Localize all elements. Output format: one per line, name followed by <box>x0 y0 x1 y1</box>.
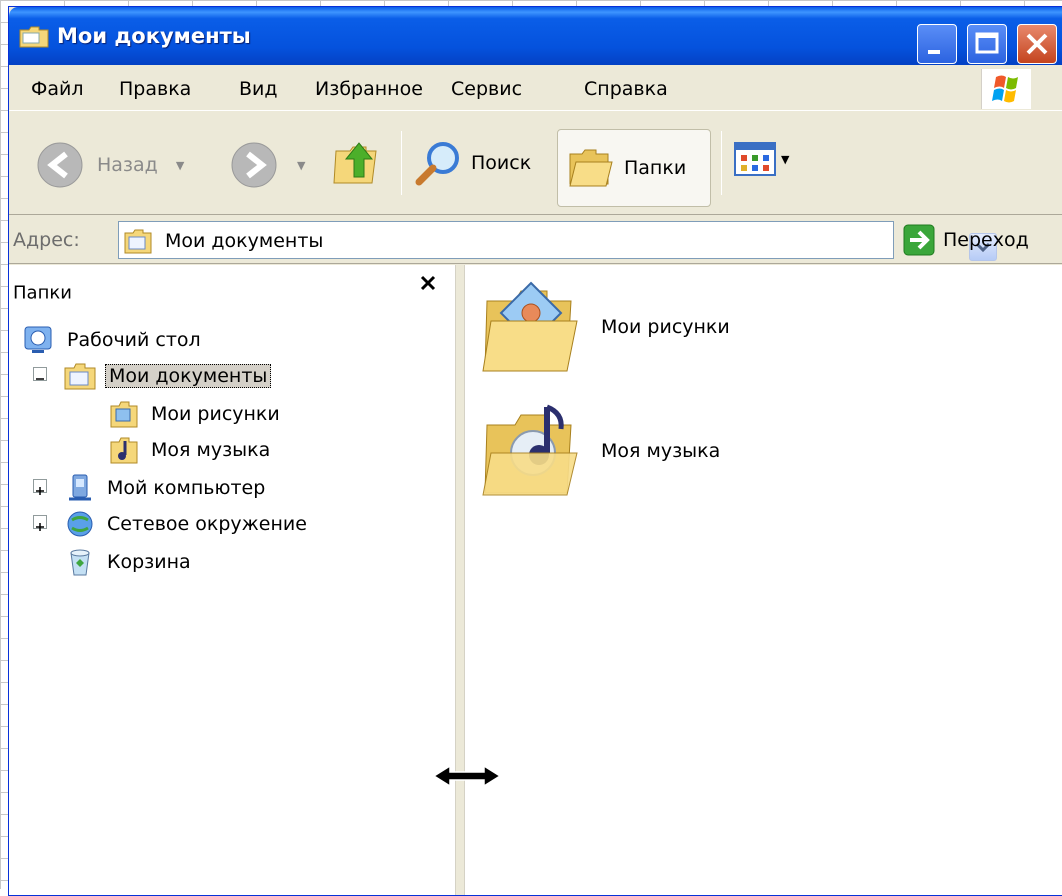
views-button[interactable]: ▼ <box>733 141 789 177</box>
tree-item-label: Моя музыка <box>151 439 271 461</box>
plus-icon <box>36 487 44 495</box>
tree-item-label: Мой компьютер <box>107 477 266 499</box>
menu-edit[interactable]: Правка <box>119 78 191 100</box>
views-icon <box>734 142 776 176</box>
menu-favorites[interactable]: Избранное <box>315 78 423 100</box>
search-button[interactable]: Поиск <box>413 131 531 195</box>
views-dropdown-icon[interactable]: ▼ <box>781 153 789 166</box>
folder-item-my-music[interactable]: Моя музыка <box>481 403 781 513</box>
forward-arrow-icon <box>231 142 277 188</box>
folder-item-my-pictures[interactable]: Мои рисунки <box>481 279 781 389</box>
menu-help[interactable]: Справка <box>584 78 668 100</box>
expand-toggle[interactable] <box>33 515 47 531</box>
close-button[interactable] <box>1017 24 1057 64</box>
toolbar-separator <box>401 131 402 195</box>
folders-pane-title: Папки <box>13 282 72 304</box>
minimize-icon <box>928 50 940 54</box>
title-bar[interactable]: Мои документы <box>9 7 1062 65</box>
network-places-icon <box>67 511 93 537</box>
search-label: Поиск <box>471 152 532 174</box>
my-music-folder-icon <box>482 404 578 496</box>
explorer-window: Мои документы Файл Правка Вид Избранное … <box>8 6 1062 896</box>
tree-item-network[interactable]: Сетевое окружение <box>63 507 307 541</box>
tree-item-my-music[interactable]: Моя музыка <box>109 433 270 467</box>
windows-logo-icon <box>981 69 1031 109</box>
minus-icon <box>36 378 44 380</box>
tree-item-recycle-bin[interactable]: Корзина <box>63 545 191 579</box>
menu-view[interactable]: Вид <box>239 78 278 100</box>
expand-toggle[interactable] <box>33 479 47 495</box>
menu-file[interactable]: Файл <box>31 78 84 100</box>
search-icon <box>415 142 459 186</box>
tree-item-label: Сетевое окружение <box>107 513 307 535</box>
address-value: Мои документы <box>165 230 324 252</box>
tree-item-label: Мои документы <box>105 364 272 388</box>
close-pane-button[interactable] <box>413 269 443 299</box>
folder-up-icon <box>333 142 377 184</box>
my-music-icon <box>110 437 138 464</box>
tree-item-my-computer[interactable]: Мой компьютер <box>63 471 265 505</box>
desktop-icon <box>24 326 52 353</box>
recycle-bin-icon <box>70 549 90 576</box>
maximize-button[interactable] <box>967 24 1007 64</box>
plus-icon <box>36 523 44 531</box>
my-documents-icon <box>64 363 96 390</box>
address-label: Адрес: <box>13 229 80 251</box>
back-label: Назад <box>97 154 158 176</box>
folder-item-label: Мои рисунки <box>601 316 730 338</box>
file-list: Мои рисунки Моя музыка <box>465 265 1062 895</box>
folder-item-label: Моя музыка <box>601 440 721 462</box>
resize-cursor-icon <box>432 764 502 788</box>
pane-splitter[interactable] <box>455 265 465 895</box>
back-dropdown-icon[interactable]: ▼ <box>176 159 184 172</box>
folders-pane-header: Папки <box>9 265 455 307</box>
my-documents-icon <box>124 229 152 254</box>
forward-dropdown-icon[interactable]: ▼ <box>297 159 305 172</box>
folder-icon <box>19 26 49 48</box>
tree-item-desktop[interactable]: Рабочий стол <box>23 323 201 357</box>
back-arrow-icon <box>37 142 83 188</box>
explorer-content: Папки Рабочий стол Мои документы Мои рис… <box>9 265 1062 895</box>
back-button[interactable]: Назад ▼ <box>35 135 184 195</box>
folders-icon <box>569 149 613 187</box>
folders-button[interactable]: Папки <box>557 129 711 207</box>
folders-pane: Папки Рабочий стол Мои документы Мои рис… <box>9 265 455 895</box>
folders-label: Папки <box>624 157 687 179</box>
forward-button[interactable]: ▼ <box>229 135 305 195</box>
my-pictures-icon <box>110 401 138 428</box>
tree-item-my-pictures[interactable]: Мои рисунки <box>109 397 280 431</box>
my-computer-icon <box>69 474 91 501</box>
tree-item-label: Мои рисунки <box>151 403 280 425</box>
up-folder-button[interactable] <box>332 137 382 187</box>
close-icon <box>420 275 436 291</box>
go-label: Переход <box>943 229 1029 251</box>
minimize-button[interactable] <box>917 24 957 64</box>
my-pictures-folder-icon <box>482 281 578 372</box>
tree-item-my-documents[interactable]: Мои документы <box>63 359 272 393</box>
tree-item-label: Корзина <box>107 551 191 573</box>
go-button[interactable]: Переход <box>903 222 1029 258</box>
toolbar: Назад ▼ ▼ Поиск Папки ▼ <box>9 111 1062 215</box>
toolbar-separator <box>721 131 722 195</box>
window-title: Мои документы <box>57 24 251 48</box>
collapse-toggle[interactable] <box>33 367 47 381</box>
menu-tools[interactable]: Сервис <box>451 78 522 100</box>
address-input[interactable]: Мои документы <box>118 221 997 261</box>
address-bar: Адрес: Мои документы Переход <box>9 216 1062 264</box>
close-icon <box>1026 33 1048 55</box>
go-arrow-icon <box>903 224 935 256</box>
menu-bar: Файл Правка Вид Избранное Сервис Справка <box>9 65 1062 111</box>
maximize-icon <box>975 32 999 54</box>
tree-item-label: Рабочий стол <box>67 329 201 351</box>
